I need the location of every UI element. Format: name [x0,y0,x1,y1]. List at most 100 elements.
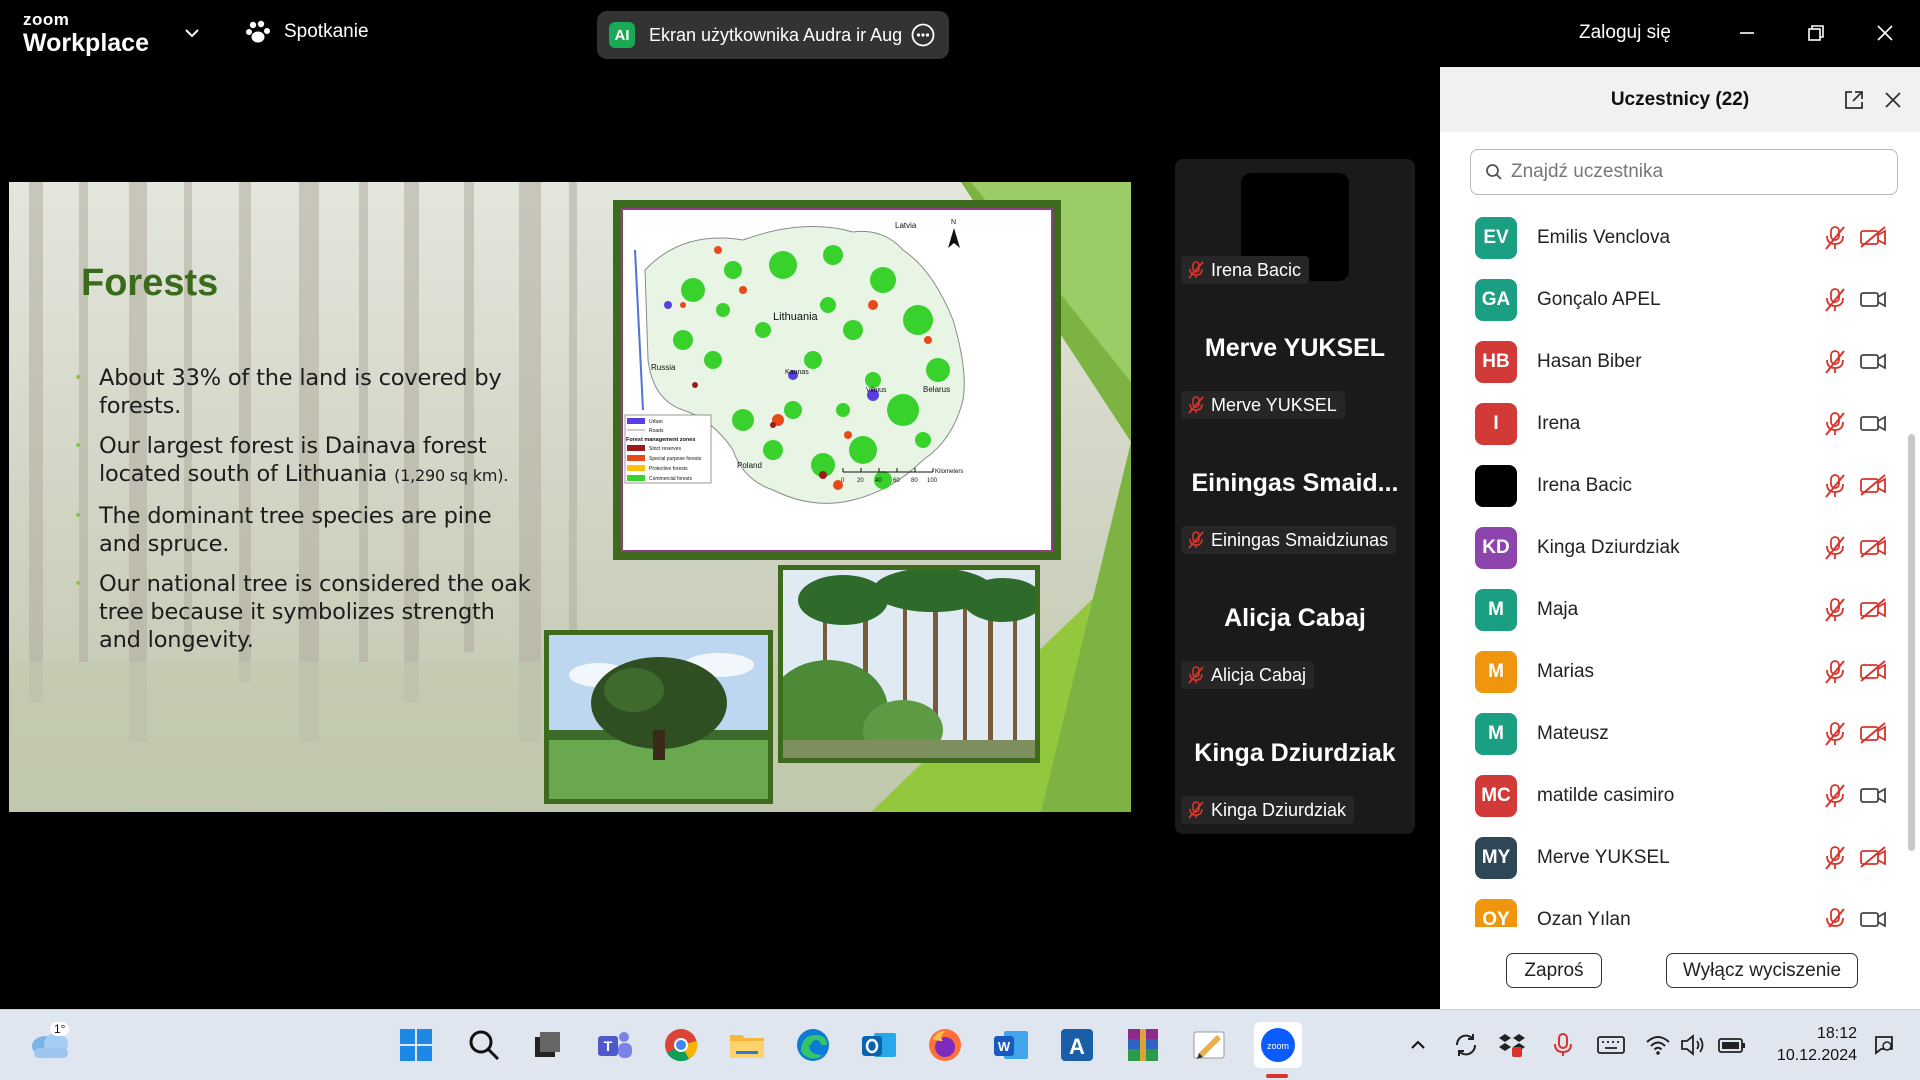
participant-name: Maja [1537,599,1579,620]
video-off-icon[interactable] [1859,659,1887,683]
pop-out-icon[interactable] [1843,89,1865,111]
unmute-all-button[interactable]: Wyłącz wyciszenie [1666,953,1858,988]
participant-row[interactable]: GA Gonçalo APEL [1440,269,1905,331]
participant-name: matilde casimiro [1537,785,1675,806]
autodesk-button[interactable]: A [1056,1024,1098,1066]
video-tile[interactable]: Kinga Dziurdziak Kinga Dziurdziak [1175,699,1415,834]
volume-tray-button[interactable] [1676,1024,1712,1066]
pencil-app-button[interactable] [1188,1024,1230,1066]
zoom-workplace-logo[interactable]: zoom Workplace [23,11,149,58]
participant-row[interactable]: OY Ozan Yılan [1440,889,1905,927]
word-icon: W [994,1031,1028,1059]
video-off-icon[interactable] [1859,225,1887,249]
participant-search-box[interactable] [1470,149,1898,195]
video-tile[interactable]: Einingas Smaid... Einingas Smaidziunas [1175,429,1415,564]
video-icon[interactable] [1859,349,1887,373]
winrar-button[interactable] [1122,1024,1164,1066]
participant-row[interactable]: MC matilde casimiro [1440,765,1905,827]
dropbox-icon [1499,1034,1525,1057]
login-link[interactable]: Zaloguj się [1579,22,1671,44]
show-hidden-icons-button[interactable] [1400,1024,1436,1066]
video-off-icon[interactable] [1859,535,1887,559]
slide-title: Forests [81,262,219,304]
participant-list-scrollbar[interactable] [1908,434,1915,851]
notifications-button[interactable] [1866,1024,1902,1066]
restore-button[interactable] [1801,18,1831,48]
autodesk-icon: A [1061,1029,1093,1061]
svg-text:W: W [998,1039,1011,1054]
chrome-button[interactable] [660,1024,702,1066]
muted-mic-icon[interactable] [1823,287,1847,313]
wifi-tray-button[interactable] [1640,1024,1676,1066]
invite-button[interactable]: Zaproś [1506,953,1602,988]
task-view-button[interactable] [526,1024,568,1066]
taskbar-search-button[interactable] [463,1024,505,1066]
video-icon[interactable] [1859,907,1887,927]
muted-mic-icon[interactable] [1823,907,1847,927]
muted-mic-icon[interactable] [1823,535,1847,561]
file-explorer-button[interactable] [726,1024,768,1066]
muted-mic-icon[interactable] [1823,349,1847,375]
participant-status-icons [1823,597,1887,623]
svg-text:Forest management zones: Forest management zones [626,437,695,443]
video-off-icon[interactable] [1859,721,1887,745]
sync-tray-button[interactable] [1448,1024,1484,1066]
more-options-icon[interactable] [911,23,935,47]
close-icon [1877,25,1893,41]
edge-button[interactable] [792,1024,834,1066]
video-off-icon[interactable] [1859,597,1887,621]
word-button[interactable]: W [990,1024,1032,1066]
avatar: OY [1475,899,1517,927]
muted-mic-icon[interactable] [1823,783,1847,809]
screen-share-indicator[interactable]: AI Ekran użytkownika Audra ir Augu [597,11,949,59]
microphone-tray-button[interactable] [1545,1024,1581,1066]
muted-mic-icon[interactable] [1823,659,1847,685]
search-input[interactable] [1511,161,1871,183]
system-clock[interactable]: 18:12 10.12.2024 [1767,1023,1857,1067]
video-off-icon[interactable] [1859,473,1887,497]
svg-text:Special purpose forests: Special purpose forests [649,456,702,462]
muted-mic-icon[interactable] [1823,411,1847,437]
minimize-button[interactable] [1732,18,1762,48]
svg-text:Roads: Roads [649,428,664,434]
muted-mic-icon[interactable] [1823,473,1847,499]
winrar-icon [1128,1029,1158,1061]
participant-row[interactable]: M Mateusz [1440,703,1905,765]
meeting-info-button[interactable]: Spotkanie [246,20,369,44]
video-icon[interactable] [1859,411,1887,435]
clock-date: 10.12.2024 [1776,1047,1857,1064]
participant-row[interactable]: Irena Bacic [1440,455,1905,517]
muted-mic-icon[interactable] [1823,721,1847,747]
video-icon[interactable] [1859,287,1887,311]
participant-row[interactable]: M Marias [1440,641,1905,703]
keyboard-tray-button[interactable] [1593,1024,1629,1066]
battery-tray-button[interactable] [1714,1024,1750,1066]
video-tile[interactable]: Alicja Cabaj Alicja Cabaj [1175,564,1415,699]
clock-time: 18:12 [1816,1025,1857,1042]
video-icon[interactable] [1859,783,1887,807]
close-window-button[interactable] [1870,18,1900,48]
participant-row[interactable]: KD Kinga Dziurdziak [1440,517,1905,579]
muted-mic-icon[interactable] [1823,597,1847,623]
video-tile[interactable]: Irena Bacic [1175,159,1415,294]
dropbox-tray-button[interactable] [1494,1024,1530,1066]
close-panel-icon[interactable] [1883,90,1903,110]
zoom-button[interactable]: zoom [1254,1022,1302,1068]
start-button[interactable] [395,1024,437,1066]
participant-row[interactable]: I Irena [1440,393,1905,455]
muted-mic-icon[interactable] [1823,845,1847,871]
meeting-label: Spotkanie [284,21,369,42]
participant-status-icons [1823,845,1887,871]
participant-row[interactable]: HB Hasan Biber [1440,331,1905,393]
participant-row[interactable]: M Maja [1440,579,1905,641]
chevron-down-icon[interactable] [183,24,201,42]
minimize-icon [1740,32,1754,34]
muted-mic-icon[interactable] [1823,225,1847,251]
participant-row[interactable]: MY Merve YUKSEL [1440,827,1905,889]
outlook-button[interactable] [858,1024,900,1066]
participant-row[interactable]: EV Emilis Venclova [1440,207,1905,269]
video-off-icon[interactable] [1859,845,1887,869]
video-tile[interactable]: Merve YUKSEL Merve YUKSEL [1175,294,1415,429]
teams-button[interactable]: T [594,1024,636,1066]
firefox-button[interactable] [924,1024,966,1066]
